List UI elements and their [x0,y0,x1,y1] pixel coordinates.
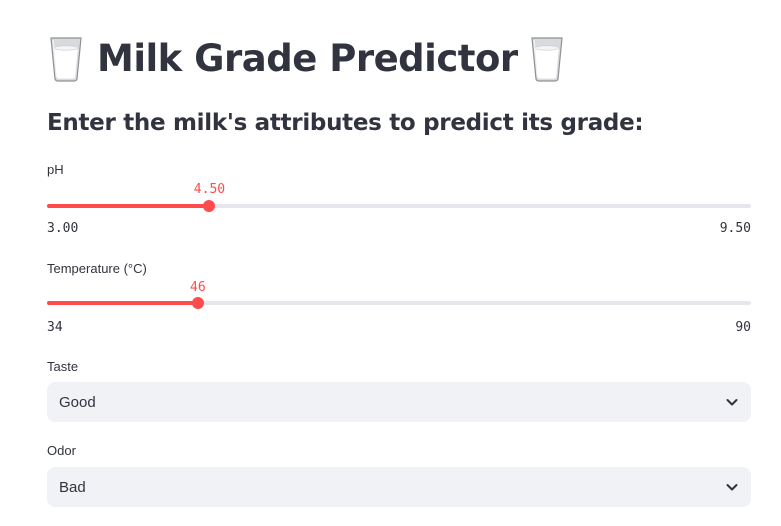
taste-select[interactable]: Good [47,382,751,422]
temperature-label: Temperature (°C) [47,261,147,276]
milk-glass-icon [528,33,566,83]
page-title: Milk Grade Predictor [97,36,518,80]
taste-label: Taste [47,359,79,374]
ph-label: pH [47,162,64,177]
ph-max-label: 9.50 [719,221,751,236]
ph-slider-thumb[interactable] [203,200,216,212]
temperature-min-label: 34 [47,320,63,335]
title-row: Milk Grade Predictor [47,30,566,86]
taste-selected-value: Good [59,393,96,411]
ph-slider-fill [47,204,210,208]
app-page: Milk Grade Predictor Enter the milk's at… [0,0,781,526]
ph-slider[interactable]: 4.50 3.00 9.50 [47,182,751,242]
ph-value-label: 4.50 [193,182,226,197]
chevron-down-icon[interactable] [725,480,739,494]
temperature-slider-thumb[interactable] [191,297,204,309]
milk-glass-icon [47,33,85,83]
page-subtitle: Enter the milk's attributes to predict i… [47,110,644,136]
temperature-slider[interactable]: 46 34 90 [47,280,751,340]
temperature-value-label: 46 [190,280,206,295]
temperature-max-label: 90 [735,320,751,335]
ph-min-label: 3.00 [47,221,79,236]
chevron-down-icon[interactable] [725,395,739,409]
odor-label: Odor [47,443,76,458]
temperature-slider-fill [47,301,198,305]
odor-selected-value: Bad [59,478,86,496]
odor-select[interactable]: Bad [47,467,751,507]
